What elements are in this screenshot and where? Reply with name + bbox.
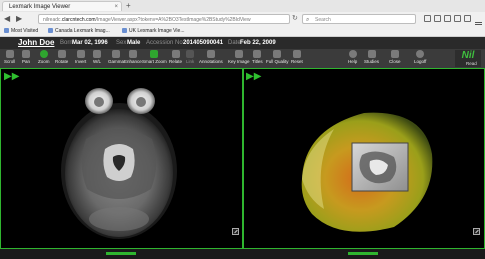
tool-help[interactable]: Help bbox=[348, 50, 357, 64]
tool-gamma[interactable]: Gamma bbox=[108, 50, 124, 64]
mri-brain-image bbox=[61, 88, 177, 239]
smart-zoom-icon bbox=[150, 50, 159, 58]
sex-value: Male bbox=[127, 40, 141, 46]
tool-logoff[interactable]: Logoff bbox=[414, 50, 426, 64]
reset-icon bbox=[292, 50, 301, 58]
tool-annotations[interactable]: Annotations bbox=[199, 50, 223, 64]
tool-invert[interactable]: Invert bbox=[75, 50, 86, 64]
date-label: Date bbox=[228, 40, 241, 46]
tool-key-image[interactable]: Key Image bbox=[228, 50, 250, 64]
gamma-icon bbox=[112, 50, 120, 58]
bookmark-label: Canada Lexmark Imag... bbox=[55, 28, 110, 34]
tool-pan[interactable]: Pan bbox=[22, 50, 30, 64]
browser-nav-bar: ◀ ▶ nilreadc.clarcntech.com/ImageViewer.… bbox=[0, 12, 485, 27]
window-level-icon bbox=[93, 50, 101, 58]
app-page: Lexmark Image Viewer × + ◀ ▶ nilreadc.cl… bbox=[0, 0, 485, 259]
search-placeholder: Search bbox=[315, 17, 331, 23]
scroll-icon bbox=[5, 50, 14, 58]
maximize-right-icon[interactable] bbox=[473, 228, 480, 235]
pocket-icon[interactable] bbox=[464, 15, 471, 22]
viewport-left[interactable] bbox=[0, 68, 243, 249]
patient-name[interactable]: John Doe bbox=[18, 37, 54, 49]
browser-tab[interactable]: Lexmark Image Viewer × bbox=[2, 1, 122, 11]
fused-3d-image bbox=[301, 112, 433, 232]
bookmark-icon bbox=[48, 28, 53, 33]
nilread-logo-sub: Read bbox=[466, 61, 477, 66]
tool-window-level[interactable]: W/L bbox=[93, 50, 101, 64]
home-icon[interactable] bbox=[454, 15, 461, 22]
tool-enhance[interactable]: Enhance bbox=[124, 50, 142, 64]
bookmark-label: Most Visited bbox=[11, 28, 39, 34]
bookmark-item[interactable]: UK Lexmark Image Vie... bbox=[122, 26, 185, 36]
studies-icon bbox=[367, 50, 376, 58]
date-value: Feb 22, 2009 bbox=[240, 40, 276, 46]
search-input[interactable]: ⌕ Search bbox=[302, 14, 416, 24]
tool-full-quality[interactable]: Full Quality bbox=[266, 50, 289, 64]
bookmark-item[interactable]: Most Visited bbox=[4, 26, 38, 36]
rotate-icon bbox=[57, 50, 66, 58]
bookmark-star-icon[interactable] bbox=[424, 15, 431, 22]
tool-scroll[interactable]: Scroll bbox=[4, 50, 15, 64]
tab-title: Lexmark Image Viewer bbox=[9, 4, 71, 10]
tool-smart-zoom[interactable]: Smart Zoom bbox=[142, 50, 167, 64]
reading-list-icon[interactable] bbox=[434, 15, 441, 22]
viewer-toolbar: Scroll Pan Zoom Rotate Invert W/L Gamma … bbox=[0, 49, 485, 68]
right-pane-indicator bbox=[348, 252, 378, 255]
search-icon: ⌕ bbox=[306, 17, 310, 23]
reload-button[interactable]: ↻ bbox=[292, 14, 298, 24]
key-image-icon bbox=[234, 50, 243, 58]
back-button[interactable]: ◀ bbox=[4, 14, 10, 24]
url-path: /ImageViewer.aspx?tokenv=A%2BO3TestImage… bbox=[95, 17, 251, 23]
maximize-left-icon[interactable] bbox=[232, 228, 239, 235]
tool-relate[interactable]: Relate bbox=[169, 50, 182, 64]
sex-label: Sex bbox=[116, 40, 127, 46]
menu-icon[interactable] bbox=[475, 15, 482, 27]
zoom-icon bbox=[39, 50, 48, 58]
tool-zoom[interactable]: Zoom bbox=[38, 50, 50, 64]
play-left-icon[interactable]: ▶▶ bbox=[4, 72, 19, 82]
pan-icon bbox=[22, 50, 30, 58]
accession-label: Accession No. bbox=[146, 40, 185, 46]
tool-titles[interactable]: Titles bbox=[252, 50, 263, 64]
download-icon[interactable] bbox=[444, 15, 451, 22]
tool-close[interactable]: Close bbox=[389, 50, 401, 64]
tab-close-icon[interactable]: × bbox=[114, 2, 118, 12]
tool-studies[interactable]: Studies bbox=[364, 50, 379, 64]
tool-rotate[interactable]: Rotate bbox=[55, 50, 68, 64]
invert-icon bbox=[76, 50, 85, 58]
full-quality-icon bbox=[273, 50, 282, 58]
enhance-icon bbox=[128, 50, 137, 58]
logoff-icon bbox=[416, 50, 425, 58]
url-bar[interactable]: nilreadc.clarcntech.com/ImageViewer.aspx… bbox=[38, 14, 290, 24]
patient-header: John Doe Born Mar 02, 1996 Sex Male Acce… bbox=[0, 37, 485, 49]
viewport-right[interactable] bbox=[243, 68, 485, 249]
forward-button[interactable]: ▶ bbox=[16, 14, 22, 24]
accession-value: 201405090041 bbox=[183, 40, 224, 46]
left-pane-indicator bbox=[106, 252, 136, 255]
bookmark-icon bbox=[122, 28, 127, 33]
tool-link[interactable]: Link bbox=[186, 50, 194, 64]
new-tab-button[interactable]: + bbox=[126, 1, 131, 11]
link-icon bbox=[186, 50, 195, 58]
close-icon bbox=[390, 50, 399, 58]
bookmarks-bar: Most Visited Canada Lexmark Imag... UK L… bbox=[0, 26, 485, 37]
relate-icon bbox=[171, 50, 180, 58]
help-icon bbox=[348, 50, 357, 58]
bottom-status-strip bbox=[0, 249, 485, 259]
annotations-icon bbox=[206, 50, 215, 58]
born-value: Mar 02, 1996 bbox=[72, 40, 108, 46]
url-host: clarcntech.com bbox=[61, 17, 96, 23]
born-label: Born bbox=[60, 40, 73, 46]
titles-icon bbox=[253, 50, 262, 58]
play-right-icon[interactable]: ▶▶ bbox=[246, 72, 261, 82]
url-prefix: nilreadc. bbox=[43, 17, 62, 23]
tool-reset[interactable]: Reset bbox=[291, 50, 303, 64]
bookmark-item[interactable]: Canada Lexmark Imag... bbox=[48, 26, 110, 36]
bookmark-icon bbox=[4, 28, 9, 33]
bookmark-label: UK Lexmark Image Vie... bbox=[129, 28, 185, 34]
